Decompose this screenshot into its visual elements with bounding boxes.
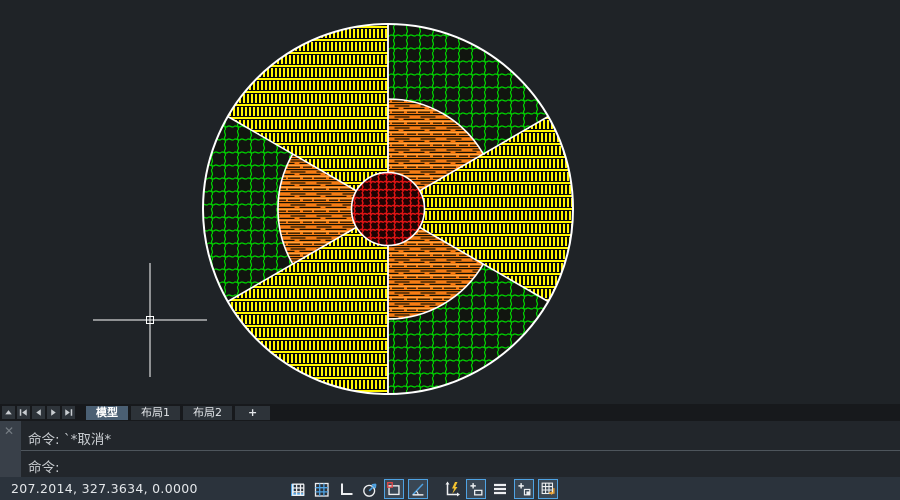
drawing-canvas[interactable]: [0, 0, 900, 404]
status-bar: 207.2014, 327.3634, 0.0000: [0, 477, 900, 500]
grid-icon: [288, 479, 308, 499]
next-tab-icon: [47, 406, 60, 419]
otrack-icon: [409, 479, 427, 499]
new-layout-tab[interactable]: +: [235, 406, 270, 420]
layout-tab-bar: 模型布局1布局2+: [0, 404, 900, 421]
last-tab-button[interactable]: [62, 406, 75, 419]
ortho-icon: [336, 479, 356, 499]
prev-tab-icon: [32, 406, 45, 419]
command-separator: [21, 450, 900, 451]
command-panel: ✕ 命令: `*取消* 命令:: [0, 421, 900, 477]
ortho-button[interactable]: [336, 479, 356, 499]
center-circle: [352, 173, 425, 246]
command-gutter: ✕: [0, 421, 21, 477]
snap-icon: [312, 479, 332, 499]
dyn-icon: [442, 479, 462, 499]
tab-nav-controls: [0, 406, 75, 419]
plus-rect-button[interactable]: [466, 479, 486, 499]
snap-button[interactable]: [312, 479, 332, 499]
prev-tab-button[interactable]: [32, 406, 45, 419]
osnap-icon: [385, 479, 403, 499]
cad-window: 模型布局1布局2+ ✕ 命令: `*取消* 命令: 207.2014, 327.…: [0, 0, 900, 500]
menu-button[interactable]: [490, 479, 510, 499]
plus-square-icon: [515, 479, 533, 499]
dyn-button[interactable]: [442, 479, 462, 499]
status-toggle-group: [288, 478, 558, 499]
grid-button[interactable]: [288, 479, 308, 499]
command-history-line: 命令: `*取消*: [28, 428, 111, 448]
polar-button[interactable]: [360, 479, 380, 499]
coordinate-display: 207.2014, 327.3634, 0.0000: [11, 481, 198, 496]
panel-up-icon: [2, 406, 15, 419]
last-tab-icon: [62, 406, 75, 419]
polar-icon: [360, 479, 380, 499]
osnap-button[interactable]: [384, 479, 404, 499]
tab-模型[interactable]: 模型: [86, 406, 128, 420]
otrack-button[interactable]: [408, 479, 428, 499]
plus-square-button[interactable]: [514, 479, 534, 499]
tab-布局1[interactable]: 布局1: [131, 406, 180, 420]
grid-enter-button[interactable]: [538, 479, 558, 499]
layout-tabs: 模型布局1布局2+: [86, 406, 270, 420]
panel-up-button[interactable]: [2, 406, 15, 419]
first-tab-icon: [17, 406, 30, 419]
grid-enter-icon: [539, 479, 557, 499]
plus-rect-icon: [467, 479, 485, 499]
drawing-svg: [0, 0, 900, 404]
close-icon[interactable]: ✕: [4, 425, 14, 437]
tab-布局2[interactable]: 布局2: [183, 406, 232, 420]
next-tab-button[interactable]: [47, 406, 60, 419]
crosshair-cursor: [93, 263, 207, 377]
menu-icon: [490, 479, 510, 499]
first-tab-button[interactable]: [17, 406, 30, 419]
command-prompt-line[interactable]: 命令:: [28, 456, 60, 476]
